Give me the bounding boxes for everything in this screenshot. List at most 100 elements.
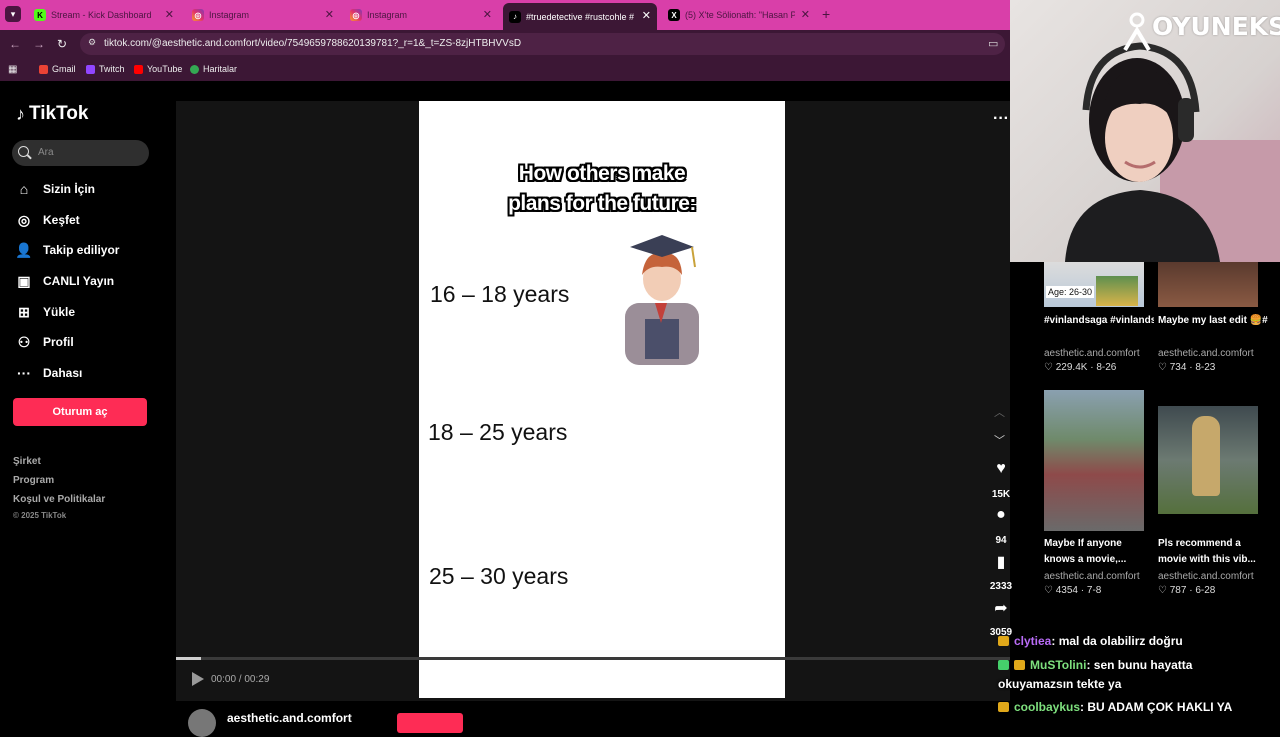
compass-icon: ◎ — [17, 211, 31, 228]
tab-instagram-1[interactable]: ◎ Instagram ✕ — [186, 4, 340, 26]
comment-icon[interactable]: ● — [990, 506, 1012, 524]
tab-instagram-2[interactable]: ◎ Instagram ✕ — [344, 4, 498, 26]
new-tab-button[interactable]: + — [822, 6, 830, 22]
save-count: 2333 — [989, 581, 1013, 592]
nav-label: Yükle — [43, 305, 76, 319]
tiktok-logo[interactable]: ♪ TikTok — [16, 103, 88, 125]
chevron-down-icon[interactable]: ﹀ — [994, 432, 1005, 448]
play-icon[interactable] — [192, 672, 204, 686]
cast-icon[interactable]: ▭ — [988, 37, 998, 50]
chat-text: : sen bunu hayatta — [1086, 658, 1193, 672]
heart-icon[interactable]: ♥ — [990, 460, 1012, 478]
related-thumbnail-4[interactable] — [1158, 406, 1258, 514]
close-icon[interactable]: ✕ — [165, 8, 174, 21]
author-avatar[interactable] — [188, 709, 216, 737]
follow-button[interactable] — [397, 713, 463, 733]
share-icon[interactable]: ➦ — [990, 598, 1012, 618]
close-icon[interactable]: ✕ — [483, 8, 492, 21]
nav-explore[interactable]: ◎ Keşfet — [15, 212, 80, 228]
nav-label: Sizin İçin — [43, 182, 96, 196]
footer-program-link[interactable]: Program — [13, 475, 54, 486]
site-info-icon[interactable]: ⚙ — [88, 37, 96, 48]
related-author-2[interactable]: aesthetic.and.comfort — [1158, 348, 1254, 359]
bookmark-youtube[interactable]: YouTube — [134, 64, 182, 74]
copyright-text: © 2025 TikTok — [13, 511, 67, 520]
bookmark-label: YouTube — [147, 64, 183, 74]
caption-text: Pls recommend a movie with this vib... — [1158, 538, 1256, 565]
bookmark-label: Gmail — [52, 64, 76, 74]
tab-search-button[interactable]: ▾ — [5, 6, 21, 22]
author-name[interactable]: aesthetic.and.comfort — [227, 711, 352, 725]
related-thumbnail-2[interactable] — [1158, 262, 1258, 307]
nav-label: Profil — [43, 335, 74, 349]
nav-following[interactable]: 👤 Takip ediliyor — [15, 242, 119, 258]
more-dots-icon: ··· — [17, 365, 31, 381]
nav-more[interactable]: ··· Dahası — [15, 365, 82, 381]
url-field[interactable]: tiktok.com/@aesthetic.and.comfort/video/… — [80, 33, 1005, 55]
comment-count: 94 — [995, 535, 1007, 546]
related-caption-3[interactable]: Maybe If anyone knows a movie,... — [1044, 536, 1144, 568]
bookmark-twitch[interactable]: Twitch — [86, 64, 125, 74]
login-button[interactable]: Oturum aç — [13, 398, 147, 426]
apps-grid-icon[interactable]: ▦ — [8, 64, 17, 75]
back-icon[interactable]: ← — [9, 37, 21, 51]
close-icon[interactable]: ✕ — [325, 8, 334, 21]
tab-title: Stream - Kick Dashboard — [51, 10, 152, 20]
kick-icon: K — [34, 9, 46, 21]
nav-upload[interactable]: ⊞ Yükle — [15, 304, 75, 320]
bookmark-maps[interactable]: Haritalar — [190, 64, 237, 74]
age-label-3: 25 – 30 years — [429, 563, 569, 589]
related-stats-1: ♡ 229.4K · 8-26 — [1044, 362, 1117, 373]
footer-terms-link[interactable]: Koşul ve Politikalar — [13, 494, 105, 505]
maps-icon — [190, 64, 199, 74]
reload-icon[interactable]: ↻ — [57, 37, 67, 51]
bookmark-icon[interactable]: ▮ — [990, 552, 1012, 572]
bookmark-label: Haritalar — [203, 64, 238, 74]
nav-label: CANLI Yayın — [43, 274, 115, 288]
video-frame[interactable]: How others make plans for the future: 16… — [419, 101, 785, 698]
bookmark-gmail[interactable]: Gmail — [39, 64, 76, 74]
tab-tiktok-active[interactable]: ♪ #truedetective #rustcohle #life ✕ — [503, 3, 657, 30]
tiktok-icon: ♪ — [509, 10, 521, 23]
chat-user: coolbaykus — [1014, 700, 1081, 714]
nav-for-you[interactable]: ⌂ Sizin İçin — [15, 181, 95, 197]
nav-live[interactable]: ▣ CANLI Yayın — [15, 273, 114, 289]
more-options-icon[interactable]: ··· — [993, 110, 1009, 128]
chat-text: : mal da olabilirz doğru — [1051, 634, 1183, 648]
x-icon: X — [668, 9, 680, 21]
nav-profile[interactable]: ⚇ Profil — [15, 334, 74, 350]
progress-bar[interactable] — [176, 657, 1010, 660]
footer-company-link[interactable]: Şirket — [13, 456, 41, 467]
related-author-3[interactable]: aesthetic.and.comfort — [1044, 571, 1140, 582]
chat-text: : BU ADAM ÇOK HAKLI YA — [1080, 700, 1233, 714]
related-author-4[interactable]: aesthetic.and.comfort — [1158, 571, 1254, 582]
related-caption-4[interactable]: Pls recommend a movie with this vib... — [1158, 536, 1258, 568]
chat-message: clytiea: mal da olabilirz doğru — [998, 634, 1183, 648]
related-caption-1[interactable]: #vinlandsaga #vinlandsagaedit... — [1044, 313, 1154, 329]
close-icon[interactable]: ✕ — [801, 8, 810, 21]
related-thumbnail-3[interactable] — [1044, 390, 1144, 531]
youtube-icon — [134, 64, 143, 74]
like-count: 15K — [991, 489, 1011, 500]
close-icon[interactable]: ✕ — [642, 9, 651, 22]
twitch-icon — [86, 64, 95, 74]
oyuneks-logo: OYUNEKS — [1152, 12, 1280, 41]
profile-icon: ⚇ — [17, 333, 31, 350]
related-author-1[interactable]: aesthetic.and.comfort — [1044, 348, 1140, 359]
tab-x[interactable]: X (5) X'te Sölionath: "Hasan Piker ✕ — [662, 4, 816, 26]
graduate-illustration — [625, 235, 699, 365]
chat-user: clytiea — [1014, 634, 1052, 648]
nav-label: Dahası — [43, 366, 83, 380]
forward-icon[interactable]: → — [33, 37, 45, 51]
star-badge-icon — [998, 660, 1009, 670]
chevron-up-icon[interactable]: ︿ — [994, 404, 1005, 420]
tab-title: Instagram — [209, 10, 250, 20]
search-input[interactable]: Ara — [12, 140, 149, 166]
related-thumbnail-1[interactable]: Age: 26-30 — [1044, 262, 1144, 307]
video-title-text: How others make plans for the future: — [419, 159, 785, 219]
video-time: 00:00 / 00:29 — [211, 674, 270, 685]
tab-kick-dashboard[interactable]: K Stream - Kick Dashboard ✕ — [28, 4, 180, 26]
related-caption-2[interactable]: Maybe my last edit 🍔#midwest... — [1158, 313, 1268, 329]
thumbnail-text: Age: 26-30 — [1046, 286, 1095, 298]
tiktok-icon: ♪ — [16, 103, 25, 124]
